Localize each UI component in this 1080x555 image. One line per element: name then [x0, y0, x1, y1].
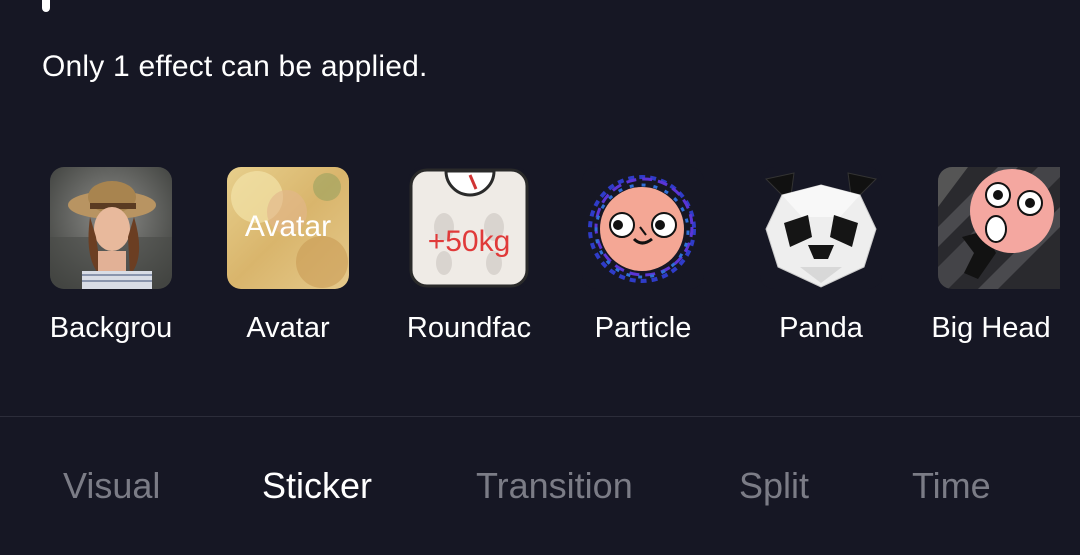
effect-label: Big Head: [931, 312, 1051, 344]
effect-label: Avatar: [246, 312, 330, 344]
effects-row: Backgrou Avatar Avatar +50kg Roundfac Pa…: [0, 167, 1080, 357]
roundface-thumb-text: +50kg: [428, 225, 511, 258]
roundface-scale-icon: +50kg: [408, 167, 530, 289]
panda-icon: [760, 167, 882, 289]
divider: [0, 416, 1080, 417]
effect-label: Particle: [594, 312, 692, 344]
drag-handle[interactable]: [42, 0, 50, 12]
avatar-effect-icon: Avatar: [227, 167, 349, 289]
effect-label: Panda: [779, 312, 863, 344]
big-head-icon: [938, 167, 1060, 289]
tab-split[interactable]: Split: [739, 465, 809, 507]
info-text: Only 1 effect can be applied.: [42, 50, 428, 83]
background-effect-icon: [50, 167, 172, 289]
category-tabs: Visual Sticker Transition Split Time: [0, 465, 1080, 515]
tab-transition[interactable]: Transition: [476, 465, 633, 507]
tab-time[interactable]: Time: [912, 465, 991, 507]
particle-face-icon: [582, 167, 704, 289]
effect-label: Roundfac: [406, 312, 532, 344]
avatar-thumb-text: Avatar: [245, 210, 331, 243]
effect-label: Backgrou: [49, 312, 173, 344]
tab-visual[interactable]: Visual: [63, 465, 160, 507]
tab-sticker[interactable]: Sticker: [262, 465, 372, 507]
